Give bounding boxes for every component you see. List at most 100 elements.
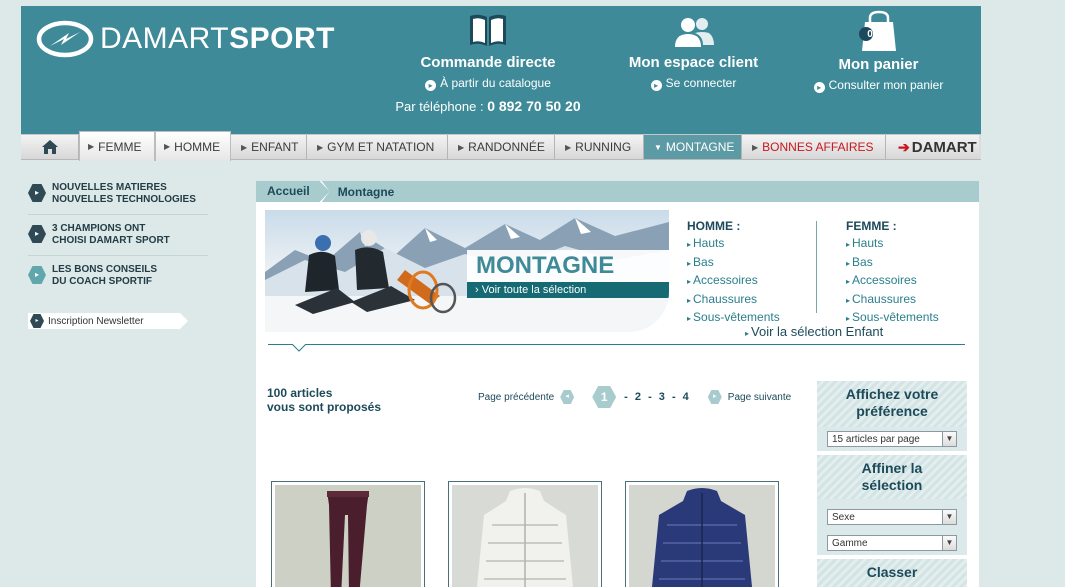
previous-page-link[interactable]: Page précédente <box>478 392 554 403</box>
product-card[interactable] <box>625 481 779 587</box>
chevron-down-icon: ▼ <box>942 536 956 550</box>
newsletter-signup-link[interactable]: ▸ Inscription Newsletter <box>28 313 188 329</box>
sexe-select[interactable]: Sexe ▼ <box>827 509 957 525</box>
chevron-right-icon: ▸ <box>846 277 851 286</box>
next-page-link[interactable]: Page suivante <box>728 392 791 403</box>
nav-randonnee[interactable]: ▶ RANDONNÉE <box>448 135 555 159</box>
homme-link-hauts[interactable]: ▸ Hauts <box>687 235 780 254</box>
nav-enfant[interactable]: ▶ ENFANT <box>231 135 307 159</box>
homme-link-bas[interactable]: ▸ Bas <box>687 254 780 273</box>
divider-notch-icon <box>292 344 306 352</box>
femme-link-bas[interactable]: ▸ Bas <box>846 254 939 273</box>
filter-panel: Affichez votre préférence 15 articles pa… <box>817 381 967 587</box>
nav-femme[interactable]: ▶ FEMME <box>79 131 155 161</box>
homme-category-list: HOMME : ▸ Hauts ▸ Bas ▸ Accessoires ▸ Chauss… <box>687 219 780 328</box>
site-header: DAMARTSPORT Commande directe ▸ À partir d… <box>21 6 981 134</box>
chevron-right-icon: ▸ <box>687 277 692 286</box>
chevron-right-icon: ▸ <box>846 314 851 323</box>
customer-area-title[interactable]: Mon espace client <box>611 54 776 71</box>
chevron-right-icon: ▸ <box>687 295 692 305</box>
nav-home[interactable] <box>21 135 79 159</box>
main-content: Accueil Montagne MONTAGNE › Voir toute l… <box>256 181 979 587</box>
chevron-right-icon: › <box>475 284 479 296</box>
arrow-icon: ▸ <box>650 80 662 91</box>
femme-category-list: FEMME : ▸ Hauts ▸ Bas ▸ Accessoires ▸ Chauss… <box>846 219 939 328</box>
nav-montagne[interactable]: ▼ MONTAGNE <box>644 135 742 159</box>
section-divider <box>268 344 965 345</box>
femme-link-accessoires[interactable]: ▸ Accessoires <box>846 272 939 291</box>
arrow-right-icon: ▶ <box>241 142 248 152</box>
cart-title[interactable]: Mon panier <box>801 56 956 73</box>
next-page-icon[interactable]: ▸ <box>707 390 722 404</box>
sidebar-item-label: NOUVELLES MATIERES NOUVELLES TECHNOLOGIE… <box>52 182 196 205</box>
article-count: 100 articles vous sont proposés <box>267 386 382 414</box>
chevron-right-icon: ▸ <box>687 240 692 249</box>
logo-mark-icon <box>36 20 94 58</box>
chevron-down-icon: ▼ <box>942 432 956 446</box>
enfant-selection-link[interactable]: ▸ Voir la sélection Enfant <box>745 324 883 339</box>
per-page-select[interactable]: 15 articles par page ▼ <box>827 431 957 447</box>
arrow-right-icon: ▶ <box>164 142 171 151</box>
homme-link-accessoires[interactable]: ▸ Accessoires <box>687 272 780 291</box>
pagination: Page précédente ◂ 1 - 2 - 3 - 4 ▸ Page s… <box>478 386 791 408</box>
page-numbers[interactable]: - 2 - 3 - 4 <box>624 391 690 403</box>
chevron-right-icon: ▸ <box>846 258 851 268</box>
chevron-right-icon: ▸ <box>687 314 692 323</box>
sidebar-item-new-materials[interactable]: ▸ NOUVELLES MATIERES NOUVELLES TECHNOLOG… <box>28 182 208 215</box>
banner-cta-view-all[interactable]: › Voir toute la sélection <box>467 282 669 298</box>
product-leggings-image <box>327 491 369 587</box>
direct-order-block: Commande directe ▸ À partir du catalogue … <box>393 12 583 114</box>
chevron-right-icon: ▸ <box>846 240 851 249</box>
hexagon-arrow-icon: ▸ <box>28 266 46 284</box>
catalogue-book-icon <box>470 14 506 46</box>
sidebar-item-coach-tips[interactable]: ▸ LES BONS CONSEILS DU COACH SPORTIF <box>28 264 208 296</box>
product-white-jacket-image <box>476 488 574 587</box>
femme-link-hauts[interactable]: ▸ Hauts <box>846 235 939 254</box>
product-card[interactable] <box>271 481 425 587</box>
arrow-right-icon: ▶ <box>752 142 759 152</box>
hexagon-arrow-icon: ▸ <box>28 184 46 202</box>
hexagon-arrow-icon: ▸ <box>28 225 46 243</box>
cart-count-badge: 0 <box>867 29 873 40</box>
from-catalogue-link[interactable]: ▸ À partir du catalogue <box>393 76 583 91</box>
arrow-down-icon: ▼ <box>654 142 662 152</box>
femme-heading: FEMME : <box>846 219 897 233</box>
sort-heading: Classer <box>817 559 967 587</box>
arrow-icon: ▸ <box>425 80 437 91</box>
previous-page-icon[interactable]: ◂ <box>560 390 575 404</box>
femme-link-chaussures[interactable]: ▸ Chaussures <box>846 291 939 310</box>
breadcrumb-separator-icon <box>319 181 330 202</box>
montagne-banner[interactable]: MONTAGNE › Voir toute la sélection <box>265 210 669 332</box>
nav-homme[interactable]: ▶ HOMME <box>155 131 231 161</box>
sidebar: ▸ NOUVELLES MATIERES NOUVELLES TECHNOLOG… <box>28 182 208 304</box>
gamme-select[interactable]: Gamme ▼ <box>827 535 957 551</box>
homme-heading: HOMME : <box>687 219 741 233</box>
product-card[interactable] <box>448 481 602 587</box>
per-page-control: 15 articles par page ▼ <box>817 427 967 451</box>
direct-order-title[interactable]: Commande directe <box>393 54 583 71</box>
nav-running[interactable]: ▶ RUNNING <box>555 135 644 159</box>
nav-bonnes-affaires[interactable]: ▶ BONNES AFFAIRES <box>742 135 886 159</box>
hexagon-arrow-icon: ▸ <box>30 314 44 328</box>
sidebar-item-label: LES BONS CONSEILS DU COACH SPORTIF <box>52 264 158 287</box>
product-image <box>629 485 775 587</box>
sidebar-item-champions[interactable]: ▸ 3 CHAMPIONS ONT CHOISI DAMART SPORT <box>28 223 208 256</box>
homme-link-chaussures[interactable]: ▸ Chaussures <box>687 291 780 310</box>
product-navy-jacket-image <box>651 488 753 587</box>
sidebar-item-label: 3 CHAMPIONS ONT CHOISI DAMART SPORT <box>52 223 170 246</box>
nav-damart[interactable]: ➔ DAMART <box>886 135 979 159</box>
arrow-right-icon: ▶ <box>458 142 465 152</box>
breadcrumb: Accueil Montagne <box>256 181 979 202</box>
product-image <box>452 485 598 587</box>
breadcrumb-home[interactable]: Accueil <box>256 181 320 202</box>
arrow-right-icon: ▶ <box>565 142 572 152</box>
logo-text: DAMARTSPORT <box>100 22 335 55</box>
breadcrumb-current: Montagne <box>337 184 395 199</box>
damart-sport-logo[interactable]: DAMARTSPORT <box>36 20 335 58</box>
category-divider <box>816 221 817 313</box>
view-cart-link[interactable]: ▸ Consulter mon panier <box>801 78 956 93</box>
nav-gym-natation[interactable]: ▶ GYM ET NATATION <box>307 135 448 159</box>
login-link[interactable]: ▸ Se connecter <box>611 76 776 91</box>
home-icon <box>41 140 58 154</box>
customers-icon <box>674 18 714 47</box>
